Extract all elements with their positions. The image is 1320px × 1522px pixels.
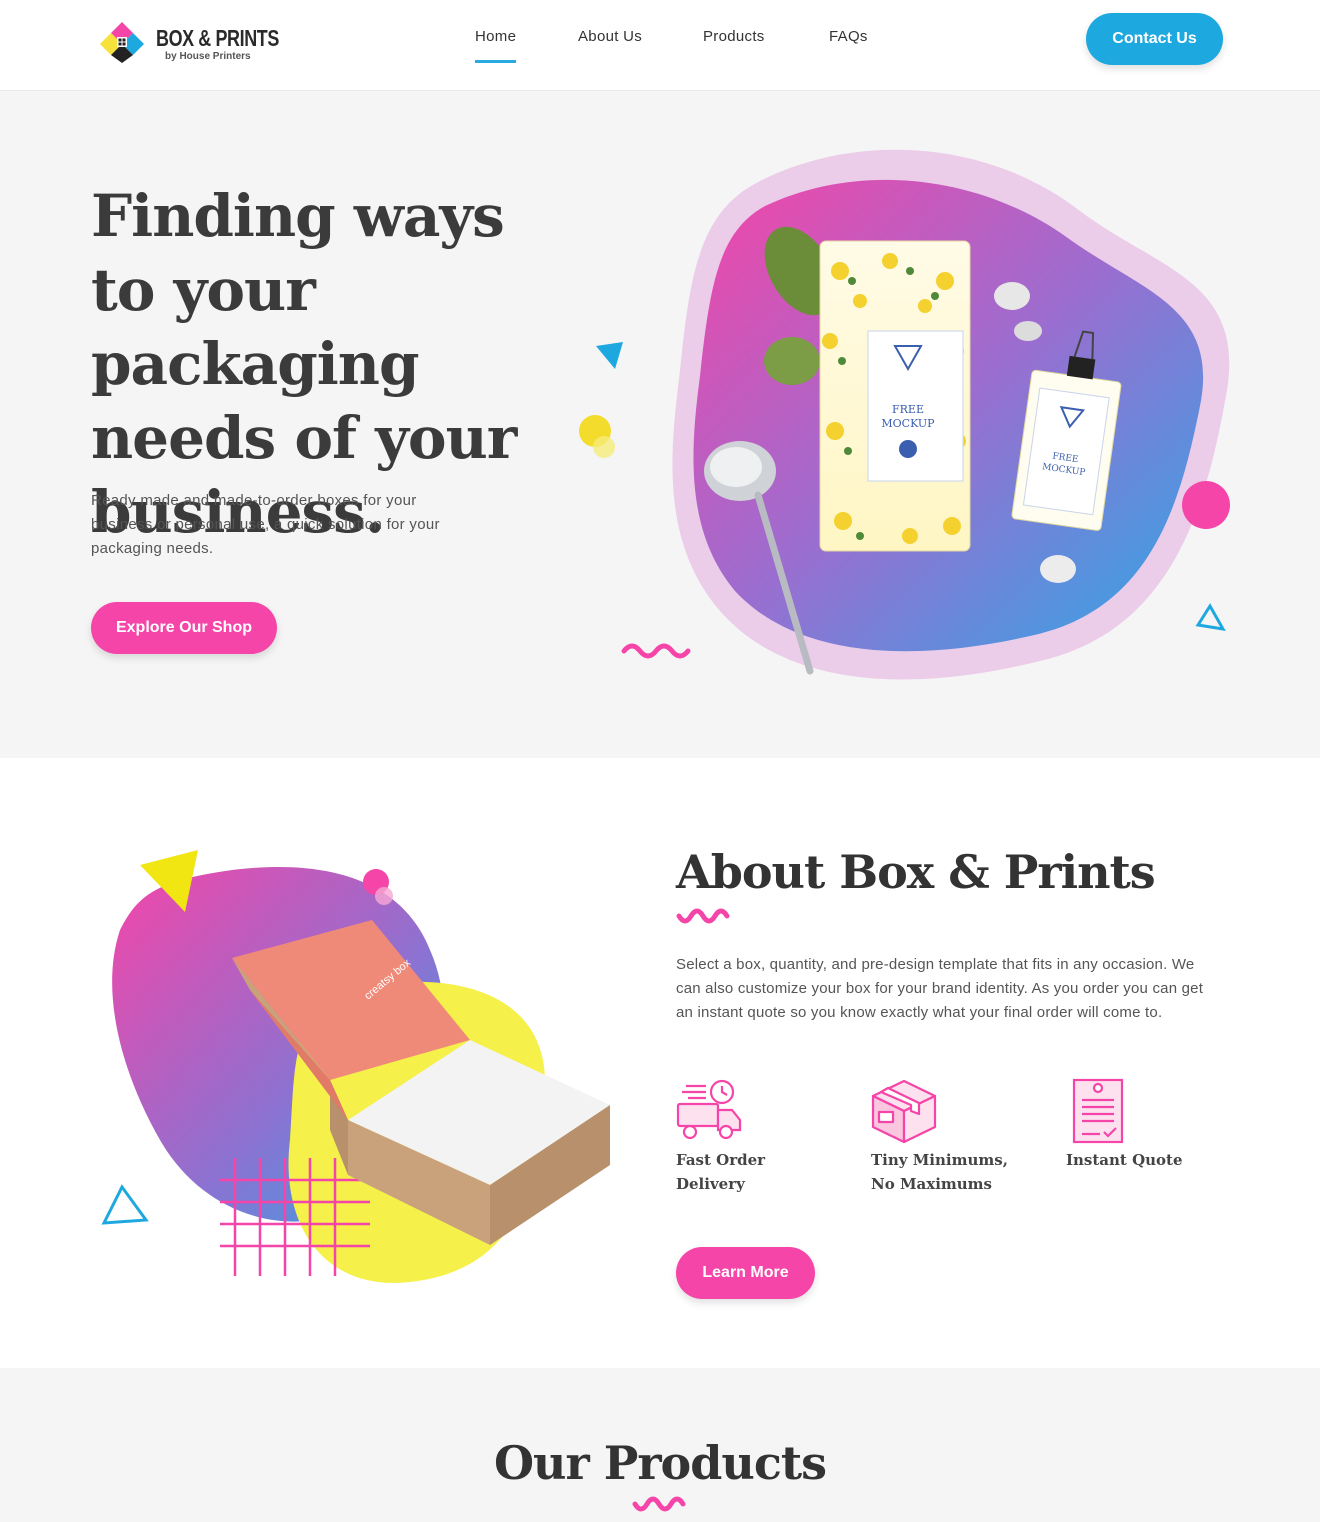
nav-active-indicator [475, 60, 517, 63]
pink-squiggle-shape [621, 643, 691, 659]
feature-label: Tiny Minimums, No Maximums [871, 1151, 1008, 1193]
stone-shape [994, 282, 1030, 310]
delivery-truck-icon [676, 1079, 742, 1140]
nav-item-about-us[interactable]: About Us [578, 28, 642, 45]
about-description: Select a box, quantity, and pre-design t… [676, 956, 1204, 1021]
learn-more-button[interactable]: Learn More [676, 1247, 815, 1299]
hero-illustration: FREE MOCKUP FREE MOCKUP [579, 149, 1230, 680]
blue-outline-triangle-shape [1195, 603, 1226, 631]
feature-fast-delivery: Fast Order Delivery [676, 1078, 826, 1196]
hero-section: Finding ways to your packaging needs of … [0, 91, 1320, 758]
products-section: Our Products [0, 1368, 1320, 1522]
explore-shop-button[interactable]: Explore Our Shop [91, 602, 277, 654]
blue-triangle-shape [596, 342, 623, 369]
site-header: BOX & PRINTS by House Printers Home Abou… [0, 0, 1320, 91]
contact-us-button[interactable]: Contact Us [1086, 13, 1223, 65]
nav-item-faqs[interactable]: FAQs [829, 28, 868, 45]
hero-description: Ready made and made-to-order boxes for y… [91, 492, 440, 557]
products-title: Our Products [493, 1436, 827, 1490]
nav-item-products[interactable]: Products [703, 28, 765, 45]
brand-subtitle: by House Printers [165, 51, 251, 62]
blue-outline-triangle-shape [101, 1184, 149, 1225]
feature-label: Instant Quote [1066, 1151, 1183, 1169]
pouch-text: FREE [892, 403, 924, 416]
nav-item-home[interactable]: Home [475, 28, 517, 63]
pink-dot-shape [1182, 481, 1230, 529]
pouch-mockup: FREE MOCKUP [819, 240, 971, 552]
quote-document-icon [1072, 1078, 1124, 1144]
feature-instant-quote: Instant Quote [1066, 1078, 1216, 1172]
feature-tiny-minimums: Tiny Minimums, No Maximums [871, 1078, 1021, 1196]
nav-item-label: About Us [578, 28, 643, 45]
about-title: About Box & Prints [676, 845, 1156, 899]
about-squiggle-icon [676, 908, 730, 924]
box-icon [871, 1079, 937, 1144]
pouch-text: MOCKUP [881, 417, 935, 430]
logo-mark-icon [100, 22, 144, 63]
products-squiggle-icon [632, 1496, 686, 1512]
feature-label: Fast Order Delivery [676, 1151, 766, 1193]
nav-item-label: Home [475, 28, 517, 45]
nav-item-label: Products [703, 28, 765, 45]
about-illustration: creatsy box [101, 850, 610, 1283]
brand-title: BOX & PRINTS [156, 25, 279, 51]
nav-item-label: FAQs [829, 28, 868, 45]
